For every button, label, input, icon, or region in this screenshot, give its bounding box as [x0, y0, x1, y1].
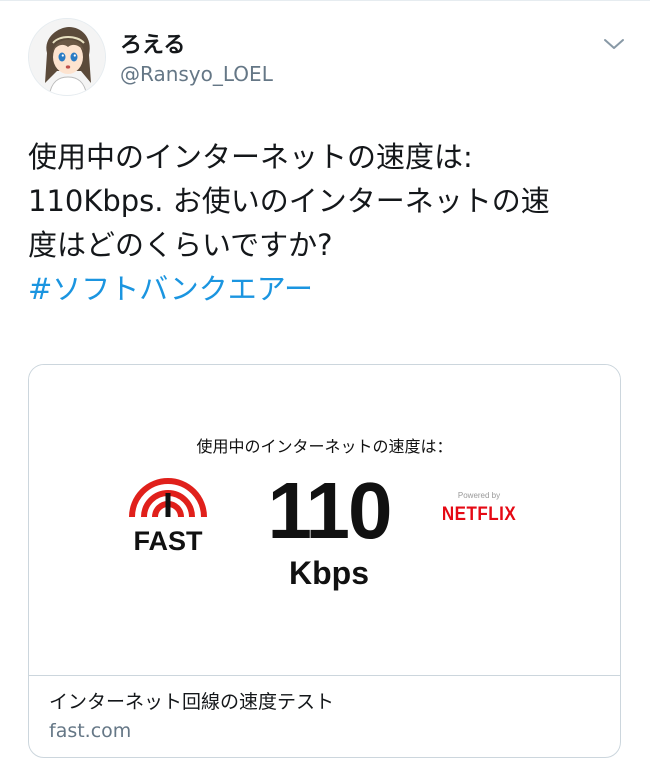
fast-logo-text: FAST — [133, 526, 203, 555]
hashtag-link[interactable]: #ソフトバンクエアー — [28, 267, 628, 311]
tweet-text: 使用中のインターネットの速度は: 110Kbps. お使いのインターネットの速 … — [28, 135, 628, 311]
card-title[interactable]: インターネット回線の速度テスト — [49, 690, 334, 714]
tweet-line: 110Kbps. お使いのインターネットの速 — [28, 184, 550, 218]
speed-label: 使用中のインターネットの速度は： — [196, 437, 453, 456]
tweet-line: 度はどのくらいですか? — [28, 228, 333, 262]
author-display-name[interactable]: ろえる — [120, 33, 185, 59]
avatar[interactable] — [28, 18, 106, 96]
avatar-image — [29, 19, 105, 95]
author-handle[interactable]: @Ransyo_LOEL — [120, 62, 273, 86]
fast-gauge-icon: FAST — [124, 475, 212, 556]
powered-by-label: Powered by — [457, 491, 501, 500]
card-divider — [29, 675, 620, 676]
netflix-logo: NETFLIX — [441, 502, 517, 525]
speed-unit: Kbps — [289, 555, 369, 591]
tweet-line: 使用中のインターネットの速度は: — [28, 140, 473, 174]
link-card[interactable]: 使用中のインターネットの速度は： FAST 110 Kbps Powered b… — [28, 364, 621, 758]
top-divider — [0, 0, 650, 1]
speed-value: 110 — [267, 466, 392, 555]
card-image[interactable]: 使用中のインターネットの速度は： FAST 110 Kbps Powered b… — [29, 365, 620, 675]
card-domain[interactable]: fast.com — [49, 719, 131, 743]
chevron-down-icon[interactable] — [601, 34, 627, 54]
